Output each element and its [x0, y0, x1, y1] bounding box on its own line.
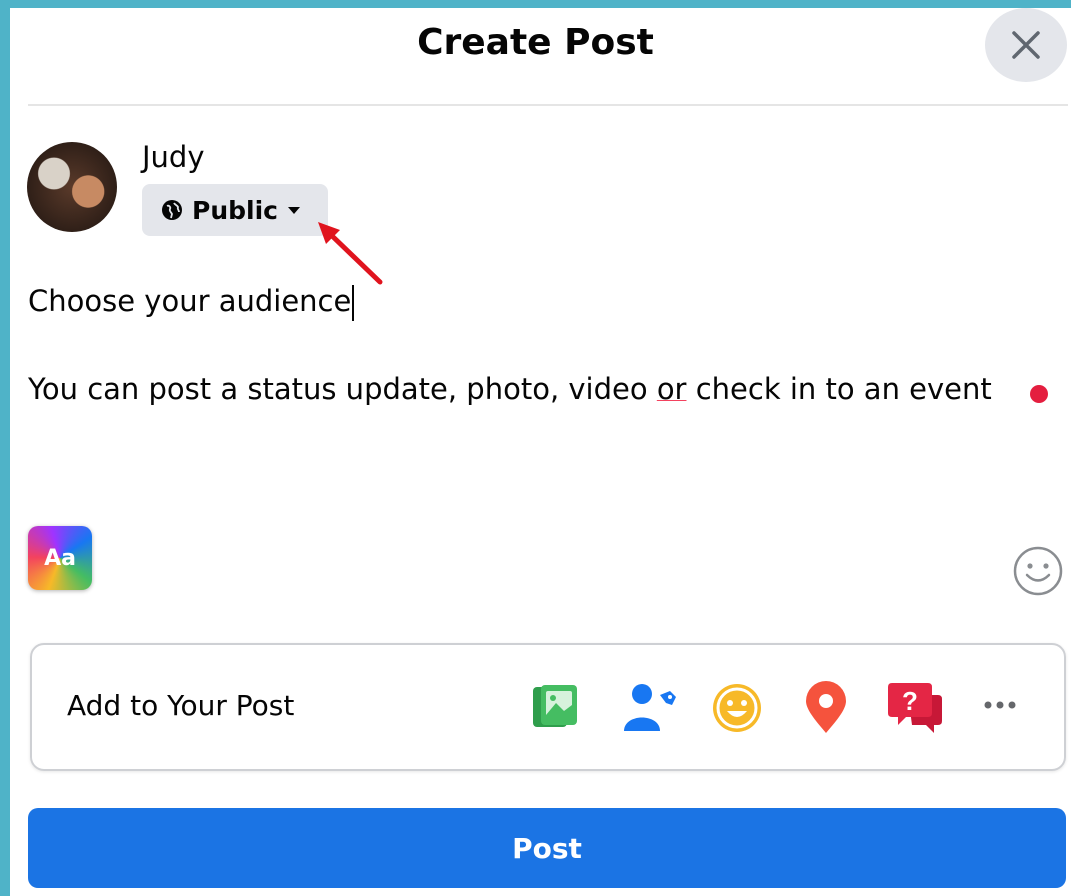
composer-text-line2[interactable]: You can post a status update, photo, vid…: [28, 372, 992, 406]
annotation-arrow: [318, 222, 383, 285]
composer-text: Choose your audience: [28, 284, 352, 318]
spellcheck-word: or: [656, 372, 687, 406]
close-button[interactable]: [985, 8, 1067, 82]
more-icon: [984, 701, 1016, 709]
close-icon: [1012, 31, 1040, 59]
add-to-post-label: Add to Your Post: [67, 689, 295, 722]
svg-text:?: ?: [902, 686, 918, 716]
tag-people-icon: [624, 684, 676, 731]
create-post-dialog: Create Post Judy Public Choose your audi…: [10, 8, 1071, 896]
smiley-icon: [1013, 546, 1063, 596]
background-format-button[interactable]: Aa: [28, 526, 92, 590]
caret-down-icon: [287, 207, 300, 214]
add-to-post-panel: Add to Your Post ?: [30, 643, 1066, 771]
check-in-button[interactable]: [804, 681, 848, 739]
composer-text-part: You can post a status update, photo, vid…: [28, 372, 657, 406]
red-dot-indicator: [1030, 385, 1048, 403]
audience-label: Public: [192, 195, 278, 225]
post-button-label: Post: [512, 831, 582, 865]
globe-icon: [162, 200, 182, 220]
format-label: Aa: [44, 545, 76, 571]
feeling-activity-button[interactable]: [710, 681, 764, 739]
ask-question-icon: ?: [888, 683, 942, 733]
ask-question-button[interactable]: ?: [888, 681, 944, 741]
header-divider: [28, 104, 1068, 106]
feeling-activity-icon: [713, 684, 761, 732]
composer-text-part: check in to an event: [686, 372, 992, 406]
emoji-picker-button[interactable]: [1012, 545, 1064, 601]
post-button[interactable]: Post: [28, 808, 1066, 888]
text-cursor: [352, 285, 355, 321]
check-in-icon: [806, 681, 846, 733]
photo-video-button[interactable]: [530, 681, 580, 735]
user-name: Judy: [142, 140, 205, 174]
composer-text-line1[interactable]: Choose your audience: [28, 284, 355, 321]
dialog-title: Create Post: [417, 22, 654, 63]
avatar[interactable]: [27, 142, 117, 232]
more-options-button[interactable]: [980, 695, 1020, 719]
photo-video-icon: [533, 685, 577, 727]
audience-selector-button[interactable]: Public: [142, 184, 328, 236]
tag-people-button[interactable]: [622, 681, 678, 739]
